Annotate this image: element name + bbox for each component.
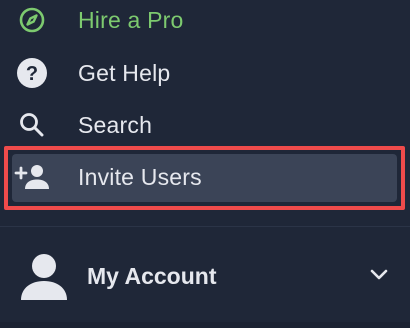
menu-divider (0, 226, 410, 227)
sidebar-menu: Hire a Pro ? Get Help Search Invite User… (0, 0, 410, 328)
menu-item-label: Invite Users (78, 163, 202, 190)
menu-item-label: Hire a Pro (78, 6, 184, 33)
chevron-down-icon[interactable] (368, 264, 390, 286)
compass-icon (14, 2, 50, 38)
user-avatar-icon (18, 250, 70, 302)
add-user-icon (14, 159, 50, 195)
menu-item-invite-users[interactable]: Invite Users (14, 155, 394, 199)
menu-item-label: Search (78, 111, 153, 138)
my-account-label: My Account (87, 262, 217, 289)
help-circle-icon: ? (14, 55, 50, 91)
svg-text:?: ? (26, 63, 38, 85)
menu-item-get-help[interactable]: ? Get Help (14, 51, 394, 95)
menu-item-hire-a-pro[interactable]: Hire a Pro (14, 0, 394, 42)
sidebar-bottom-edge (0, 322, 410, 328)
my-account-menu[interactable]: My Account (18, 248, 398, 304)
menu-item-label: Get Help (78, 59, 171, 86)
search-icon (14, 107, 50, 143)
menu-item-search[interactable]: Search (14, 103, 394, 147)
